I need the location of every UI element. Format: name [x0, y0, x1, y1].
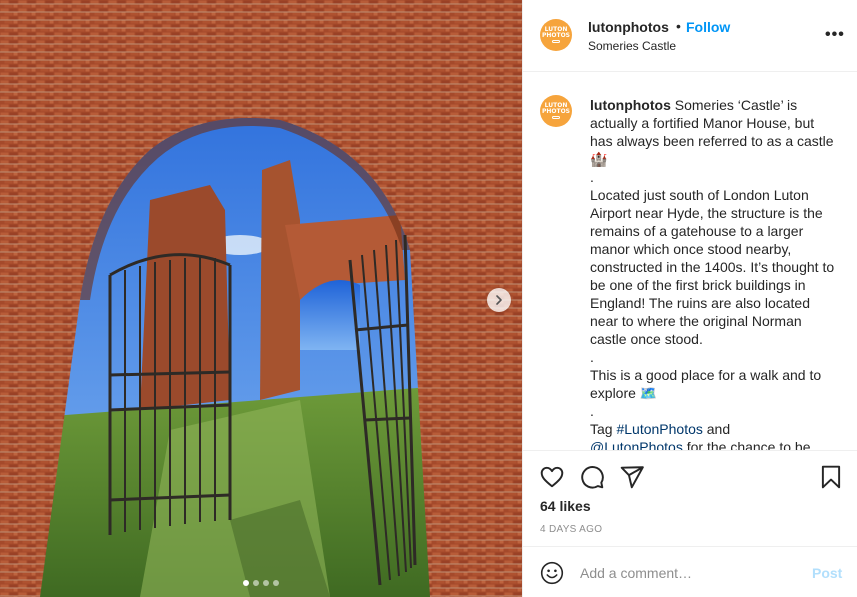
post-comment-button[interactable]: Post: [812, 565, 842, 581]
carousel-dot: [273, 580, 279, 586]
more-options-button[interactable]: •••: [825, 27, 845, 43]
caption-line-2: Located just south of London Luton Airpo…: [590, 187, 835, 347]
emoji-button[interactable]: [540, 561, 564, 585]
mention-link[interactable]: @LutonPhotos: [590, 439, 683, 450]
caption-dot: .: [590, 349, 594, 365]
likes-count[interactable]: 64 likes: [540, 498, 591, 514]
post-side-panel: LUTON PHOTOS lutonphotos • Follow Someri…: [522, 0, 857, 597]
carousel-dot: [263, 580, 269, 586]
next-photo-button[interactable]: [487, 288, 511, 312]
caption-text: lutonphotos Someries ‘Castle’ is actuall…: [590, 96, 835, 450]
comment-button[interactable]: [579, 464, 605, 490]
avatar[interactable]: LUTON PHOTOS: [540, 19, 572, 51]
bookmark-icon: [821, 465, 841, 489]
post-header: LUTON PHOTOS lutonphotos • Follow Someri…: [523, 0, 857, 72]
follow-button[interactable]: Follow: [686, 19, 730, 35]
smiley-icon: [540, 561, 564, 585]
avatar-text-line2: PHOTOS: [541, 108, 571, 115]
comment-input[interactable]: [580, 562, 800, 584]
comment-bar: Post: [523, 546, 857, 597]
like-button[interactable]: [539, 464, 565, 490]
speech-bubble-icon: [581, 466, 604, 489]
post-timestamp[interactable]: 4 DAYS AGO: [540, 524, 602, 535]
caption-tag-suffix: for the chance to be: [682, 439, 811, 450]
caption-username[interactable]: lutonphotos: [590, 97, 671, 113]
photo-artwork: [0, 0, 522, 597]
heart-icon: [540, 466, 564, 488]
action-bar: 64 likes 4 DAYS AGO: [523, 450, 857, 545]
caption-line-3: This is a good place for a walk and to e…: [590, 367, 822, 401]
caption-tag-and: and: [702, 421, 731, 437]
location-link[interactable]: Someries Castle: [588, 39, 676, 53]
avatar-logo-mark: [552, 40, 560, 43]
caption-tag-line: Tag #LutonPhotos and @LutonPhotos for the…: [590, 420, 835, 450]
header-username[interactable]: lutonphotos: [588, 19, 669, 35]
carousel-indicator: [243, 580, 279, 586]
save-button[interactable]: [818, 464, 844, 490]
caption-dot: .: [590, 169, 594, 185]
chevron-right-icon: [496, 295, 502, 305]
carousel-dot: [243, 580, 249, 586]
avatar-logo-mark: [552, 116, 560, 119]
avatar[interactable]: LUTON PHOTOS: [540, 95, 572, 127]
carousel-dot: [253, 580, 259, 586]
share-button[interactable]: [619, 464, 645, 490]
hashtag-link[interactable]: #LutonPhotos: [616, 421, 702, 437]
header-separator: •: [676, 18, 681, 34]
caption-tag-prefix: Tag: [590, 421, 617, 437]
paper-plane-icon: [620, 466, 644, 489]
caption-dot: .: [590, 403, 594, 419]
post-photo[interactable]: [0, 0, 522, 597]
avatar-text-line2: PHOTOS: [541, 32, 571, 39]
caption-paragraph-1: lutonphotos Someries ‘Castle’ is actuall…: [590, 96, 835, 168]
caption-area[interactable]: LUTON PHOTOS lutonphotos Someries ‘Castl…: [523, 73, 857, 450]
